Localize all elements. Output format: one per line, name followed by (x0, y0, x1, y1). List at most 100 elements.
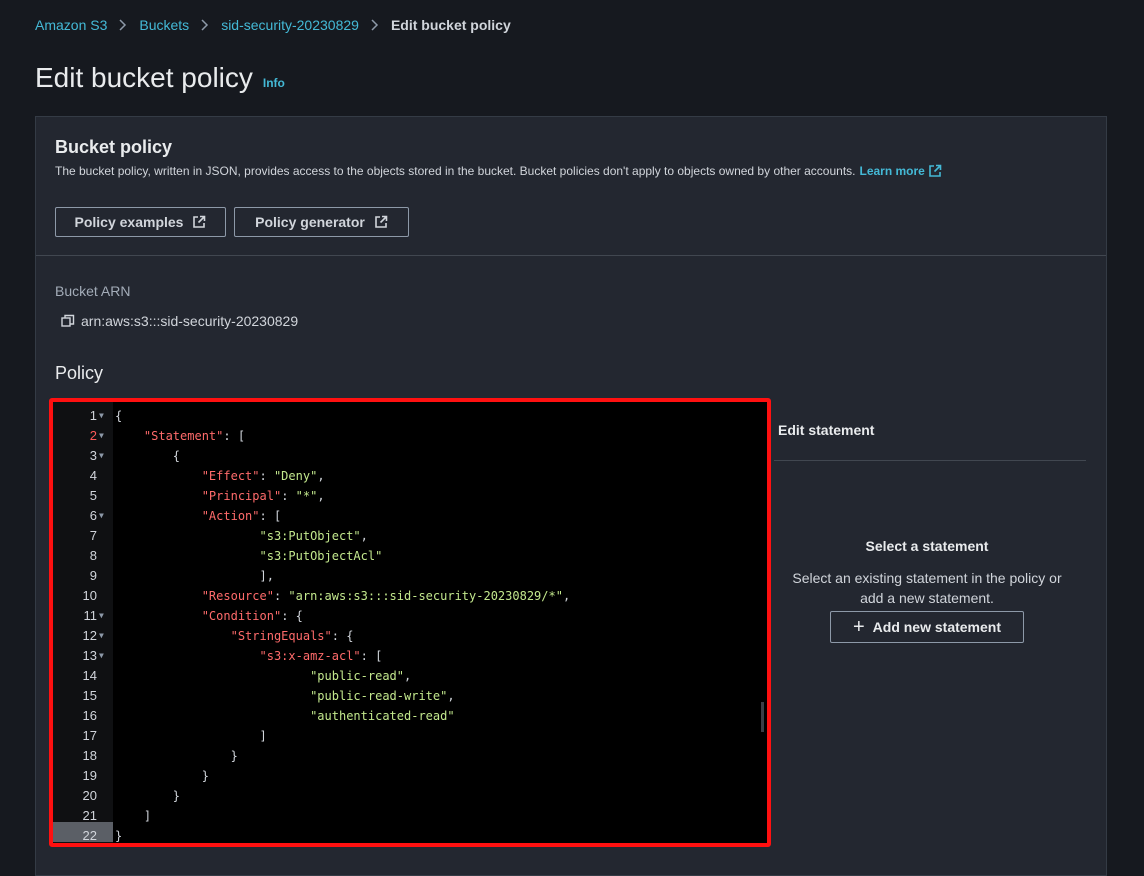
fold-arrow-icon[interactable]: ▼ (99, 406, 104, 426)
editor-line[interactable]: 9 ], (53, 566, 767, 586)
code-text: "Action": [ (201, 509, 282, 523)
line-number: 2 (89, 428, 97, 443)
select-statement-description: Select an existing statement in the poli… (774, 568, 1080, 608)
editor-line[interactable]: 8 "s3:PutObjectAcl" (53, 546, 767, 566)
code-text: { (115, 449, 181, 463)
code-text: } (115, 749, 238, 763)
line-number: 22 (82, 828, 97, 843)
select-statement-title: Select a statement (865, 538, 989, 554)
editor-line[interactable]: 7 "s3:PutObject", (53, 526, 767, 546)
breadcrumb-bucket-name[interactable]: sid-security-20230829 (221, 17, 359, 33)
add-new-statement-label: Add new statement (872, 619, 1002, 635)
copy-icon[interactable] (61, 314, 75, 328)
breadcrumb-current: Edit bucket policy (390, 17, 511, 33)
line-number: 7 (89, 528, 97, 543)
editor-line[interactable]: 15 "public-read-write", (53, 686, 767, 706)
line-number: 10 (82, 588, 97, 603)
panel-header: Bucket policy The bucket policy, written… (36, 117, 1106, 256)
editor-line[interactable]: 4 "Effect": "Deny", (53, 466, 767, 486)
panel-title: Bucket policy (55, 137, 173, 157)
code-text: "authenticated-read" (310, 709, 455, 723)
add-new-statement-button[interactable]: + Add new statement (830, 611, 1024, 643)
code-text: } (115, 769, 209, 783)
policy-examples-button[interactable]: Policy examples (55, 207, 226, 237)
editor-line[interactable]: 19 } (53, 766, 767, 786)
editor-line[interactable]: 3 ▼ { (53, 446, 767, 466)
policy-generator-button[interactable]: Policy generator (234, 207, 409, 237)
line-number: 17 (82, 728, 97, 743)
breadcrumb-buckets[interactable]: Buckets (139, 17, 189, 33)
line-number: 12 (82, 628, 97, 643)
line-number: 18 (82, 748, 97, 763)
code-text: ] (115, 729, 267, 743)
line-number: 6 (89, 508, 97, 523)
code-text: ] (115, 809, 152, 823)
code-text: "Statement": [ (143, 429, 246, 443)
description-text: The bucket policy, written in JSON, prov… (55, 164, 856, 178)
editor-line[interactable]: 11 ▼ "Condition": { (53, 606, 767, 626)
code-text: "public-read-write", (310, 689, 455, 703)
panel-description: The bucket policy, written in JSON, prov… (55, 164, 942, 178)
editor-line[interactable]: 2 ▼ "Statement": [ (53, 426, 767, 446)
editor-line[interactable]: 22} (53, 826, 767, 843)
line-number: 3 (89, 448, 97, 463)
fold-arrow-icon[interactable]: ▼ (99, 626, 104, 646)
code-text: "StringEquals": { (230, 629, 354, 643)
bucket-arn-label: Bucket ARN (55, 283, 131, 299)
line-number: 14 (82, 668, 97, 683)
code-text: } (115, 789, 181, 803)
policy-json-editor[interactable]: 1 ▼{2 ▼ "Statement": [3 ▼ {4 "Effect": "Den… (49, 398, 771, 847)
breadcrumb-amazon-s3[interactable]: Amazon S3 (35, 17, 107, 33)
code-text: "s3:PutObjectAcl" (259, 549, 383, 563)
plus-icon: + (852, 616, 865, 638)
editor-line[interactable]: 5 "Principal": "*", (53, 486, 767, 506)
code-text: "Resource": "arn:aws:s3:::sid-security-2… (201, 589, 571, 603)
select-desc-line-1: Select an existing statement in the poli… (792, 570, 1062, 586)
fold-arrow-icon[interactable]: ▼ (99, 646, 104, 666)
editor-line[interactable]: 14 "public-read", (53, 666, 767, 686)
code-text: "s3:PutObject", (259, 529, 368, 543)
bucket-arn-value: arn:aws:s3:::sid-security-20230829 (81, 313, 299, 329)
edit-statement-title: Edit statement (778, 422, 875, 438)
external-link-icon (928, 164, 942, 178)
editor-line[interactable]: 10 "Resource": "arn:aws:s3:::sid-securit… (53, 586, 767, 606)
editor-line[interactable]: 12 ▼ "StringEquals": { (53, 626, 767, 646)
editor-line[interactable]: 6 ▼ "Action": [ (53, 506, 767, 526)
learn-more-link[interactable]: Learn more (860, 164, 925, 178)
line-number: 9 (89, 568, 97, 583)
divider (774, 460, 1086, 461)
external-link-icon (374, 215, 388, 229)
page-title: Edit bucket policy Info (35, 62, 285, 94)
chevron-right-icon (201, 19, 209, 31)
editor-line[interactable]: 18 } (53, 746, 767, 766)
fold-arrow-icon[interactable]: ▼ (99, 426, 104, 446)
line-number: 16 (82, 708, 97, 723)
fold-arrow-icon[interactable]: ▼ (99, 506, 104, 526)
editor-line[interactable]: 17 ] (53, 726, 767, 746)
select-desc-line-2: add a new statement. (860, 590, 994, 606)
editor-line[interactable]: 16 "authenticated-read" (53, 706, 767, 726)
line-number: 11 (83, 608, 98, 623)
policy-generator-label: Policy generator (255, 214, 365, 230)
code-text: "s3:x-amz-acl": [ (259, 649, 383, 663)
editor-line[interactable]: 21 ] (53, 806, 767, 826)
bucket-arn: arn:aws:s3:::sid-security-20230829 (61, 313, 298, 329)
editor-line[interactable]: 1 ▼ { (53, 406, 767, 426)
fold-arrow-icon[interactable]: ▼ (99, 606, 104, 626)
chevron-right-icon (371, 19, 379, 31)
code-text: { (115, 409, 123, 423)
breadcrumb: Amazon S3 Buckets sid-security-20230829 … (35, 17, 511, 33)
line-number: 5 (89, 488, 97, 503)
chevron-right-icon (119, 19, 127, 31)
code-text: "public-read", (310, 669, 412, 683)
code-text: } (115, 829, 123, 843)
line-number: 13 (82, 648, 97, 663)
line-number: 4 (89, 468, 97, 483)
editor-line[interactable]: 13 ▼ "s3:x-amz-acl": [ (53, 646, 767, 666)
line-number: 15 (82, 688, 97, 703)
info-link[interactable]: Info (263, 76, 285, 90)
code-text: "Principal": "*", (201, 489, 325, 503)
fold-arrow-icon[interactable]: ▼ (99, 446, 104, 466)
editor-line[interactable]: 20 } (53, 786, 767, 806)
policy-label: Policy (55, 363, 104, 383)
